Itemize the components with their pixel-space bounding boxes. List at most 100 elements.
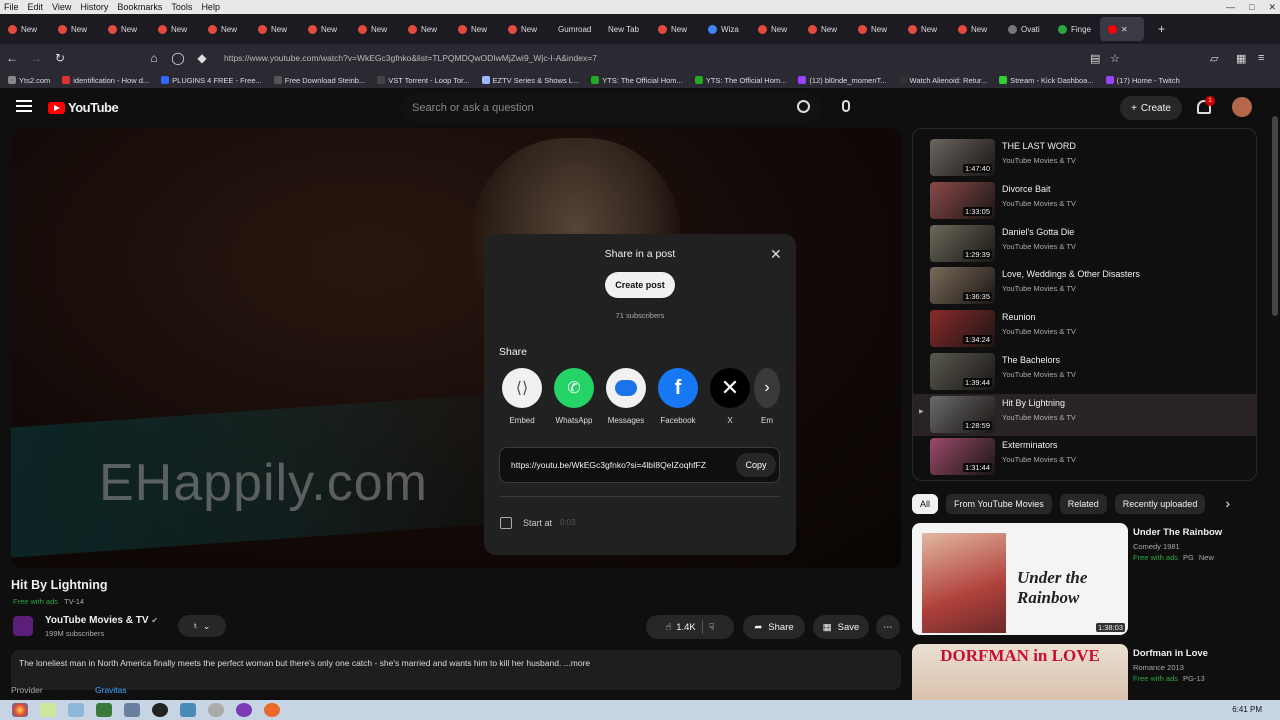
url-bar[interactable]: https://www.youtube.com/watch?v=WkEGc3gf…: [224, 53, 597, 63]
bookmark[interactable]: (12) bl0nde_momenT...: [798, 76, 887, 85]
search-input[interactable]: Search or ask a question: [401, 94, 821, 122]
tab[interactable]: Gumroad: [550, 17, 600, 41]
playlist-item[interactable]: 1:39:44 The Bachelors YouTube Movies & T…: [913, 351, 1256, 393]
shield-icon[interactable]: ◯: [166, 51, 190, 65]
clock[interactable]: 6:41 PM: [1232, 705, 1262, 714]
description-box[interactable]: The loneliest man in North America final…: [11, 650, 901, 690]
tab[interactable]: Finge: [1050, 17, 1100, 41]
tab[interactable]: New: [350, 17, 400, 41]
playlist-item[interactable]: 1:33:05 Divorce Bait YouTube Movies & TV: [913, 180, 1256, 222]
grid-icon[interactable]: ▦: [1236, 52, 1246, 65]
bookmark[interactable]: PLUGINS 4 FREE - Free...: [161, 76, 262, 85]
taskbar-app-icon[interactable]: [236, 703, 252, 717]
recommendation-card[interactable]: DORFMAN in LOVE Dorfman in Love Romance …: [912, 644, 1257, 700]
mic-icon[interactable]: [842, 100, 850, 112]
chevron-right-icon[interactable]: ›: [754, 368, 780, 408]
active-tab[interactable]: ✕: [1100, 17, 1144, 41]
menu-help[interactable]: Help: [201, 2, 220, 12]
close-window-icon[interactable]: ✕: [1268, 2, 1276, 13]
copy-button[interactable]: Copy: [736, 453, 776, 477]
reload-icon[interactable]: ↻: [48, 51, 72, 65]
maximize-icon[interactable]: □: [1249, 2, 1254, 12]
taskbar-app-icon[interactable]: [180, 703, 196, 717]
tab[interactable]: New Tab: [600, 17, 650, 41]
taskbar-app-icon[interactable]: [124, 703, 140, 717]
start-at-time[interactable]: 0:03: [560, 518, 576, 527]
start-button-icon[interactable]: [12, 703, 28, 717]
chip-recently-uploaded[interactable]: Recently uploaded: [1114, 494, 1206, 514]
menu-history[interactable]: History: [80, 2, 108, 12]
bookmark[interactable]: Stream - Kick Dashboa...: [999, 76, 1094, 85]
start-at-checkbox[interactable]: [500, 517, 512, 529]
bookmark[interactable]: Watch Alienoid: Retur...: [898, 76, 987, 85]
menu-view[interactable]: View: [52, 2, 71, 12]
thumbs-down-icon[interactable]: ☟: [709, 622, 715, 633]
youtube-logo[interactable]: YouTube: [48, 100, 119, 115]
tab[interactable]: New: [850, 17, 900, 41]
tab[interactable]: New: [950, 17, 1000, 41]
tab[interactable]: Ovati: [1000, 17, 1050, 41]
channel-avatar[interactable]: [13, 616, 33, 636]
tab[interactable]: New: [800, 17, 850, 41]
share-link-field[interactable]: https://youtu.be/WkEGc3gfnko?si=4lbI8QeI…: [499, 447, 780, 483]
bookmark[interactable]: Yts2.com: [8, 76, 50, 85]
tab[interactable]: New: [750, 17, 800, 41]
share-facebook-button[interactable]: f Facebook: [652, 368, 704, 425]
hamburger-icon[interactable]: [16, 100, 32, 112]
star-icon[interactable]: ☆: [1110, 52, 1120, 65]
save-button[interactable]: ▦ Save: [813, 615, 869, 639]
tab[interactable]: New: [200, 17, 250, 41]
search-icon[interactable]: [797, 100, 810, 113]
chip-from-youtube-movies[interactable]: From YouTube Movies: [946, 494, 1052, 514]
scrollbar-thumb[interactable]: [1272, 116, 1278, 316]
avatar[interactable]: [1232, 97, 1252, 117]
tab[interactable]: New: [400, 17, 450, 41]
more-actions-button[interactable]: ⋯: [876, 615, 900, 639]
bookmark[interactable]: YTS: The Official Hom...: [694, 76, 786, 85]
share-messages-button[interactable]: Messages: [600, 368, 652, 425]
chips-next-icon[interactable]: ›: [1225, 494, 1230, 514]
playlist-item[interactable]: 1:47:40 THE LAST WORD YouTube Movies & T…: [913, 137, 1256, 179]
provider-link[interactable]: Gravitas: [95, 685, 127, 695]
share-embed-button[interactable]: ⟨⟩ Embed: [496, 368, 548, 425]
share-button[interactable]: ➦ Share: [743, 615, 805, 639]
taskbar-app-icon[interactable]: [40, 703, 56, 717]
taskbar-app-icon[interactable]: [96, 703, 112, 717]
tab[interactable]: New: [650, 17, 700, 41]
share-email-button[interactable]: › Em: [754, 368, 780, 425]
tab[interactable]: New: [50, 17, 100, 41]
tab[interactable]: New: [0, 17, 50, 41]
new-tab-icon[interactable]: +: [1158, 22, 1165, 36]
bookmark[interactable]: Free Download Steinb...: [273, 76, 365, 85]
playlist-item[interactable]: 1:29:39 Daniel's Gotta Die YouTube Movie…: [913, 223, 1256, 265]
tab[interactable]: Wiza: [700, 17, 750, 41]
firefox-taskbar-icon[interactable]: [264, 703, 280, 717]
share-x-button[interactable]: ✕ X: [704, 368, 756, 425]
bookmark[interactable]: VST Torrent - Loop Tor...: [377, 76, 470, 85]
home-icon[interactable]: ⌂: [142, 51, 166, 65]
subscription-bell-button[interactable]: ♮ ⌄: [178, 615, 226, 637]
close-tab-icon[interactable]: ✕: [1121, 25, 1128, 34]
menu-file[interactable]: File: [4, 2, 19, 12]
playlist-item-current[interactable]: ▶ 1:28:59 Hit By Lightning YouTube Movie…: [913, 394, 1256, 436]
bookmark[interactable]: identification - How d...: [62, 76, 149, 85]
bookmark[interactable]: EZTV Series & Shows L...: [481, 76, 579, 85]
back-icon[interactable]: ←: [0, 51, 24, 65]
menu-bookmarks[interactable]: Bookmarks: [117, 2, 162, 12]
forward-icon[interactable]: →: [24, 51, 48, 65]
create-button[interactable]: + Create: [1120, 96, 1182, 120]
menu-icon[interactable]: ≡: [1258, 52, 1264, 64]
playlist-item[interactable]: 1:31:44 Exterminators YouTube Movies & T…: [913, 436, 1256, 478]
tab[interactable]: New: [450, 17, 500, 41]
chip-all[interactable]: All: [912, 494, 939, 514]
bookmark[interactable]: YTS: The Official Hom...: [591, 76, 683, 85]
taskbar-app-icon[interactable]: [208, 703, 224, 717]
page-scrollbar[interactable]: [1270, 88, 1280, 700]
tab[interactable]: New: [150, 17, 200, 41]
playlist-item[interactable]: 1:36:35 Love, Weddings & Other Disasters…: [913, 265, 1256, 307]
channel-name[interactable]: YouTube Movies & TV ✔: [45, 615, 158, 626]
minimize-icon[interactable]: —: [1226, 2, 1235, 12]
tab[interactable]: New: [100, 17, 150, 41]
recommendation-card[interactable]: Under the Rainbow 1:38:03 Under The Rain…: [912, 523, 1257, 643]
taskbar-app-icon[interactable]: [152, 703, 168, 717]
